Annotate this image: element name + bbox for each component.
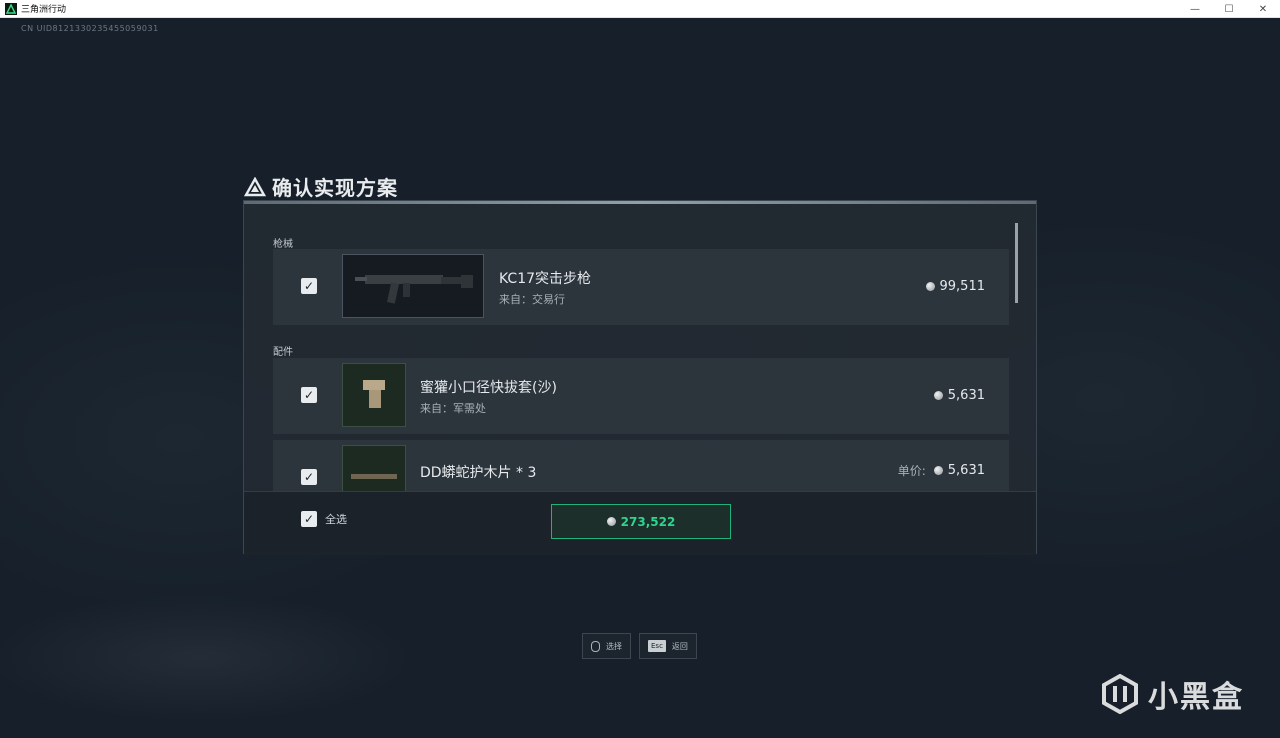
user-uid: CN UID8121330235455059031 [21, 24, 159, 33]
item-checkbox[interactable]: ✓ [301, 469, 317, 485]
item-name: KC17突击步枪 [499, 271, 592, 287]
select-all-label: 全选 [325, 513, 347, 526]
watermark-text: 小黑盒 [1148, 680, 1244, 715]
dialog-title: 确认实现方案 [244, 172, 398, 201]
item-source: 来自：交易行 [499, 293, 565, 306]
item-price-value: 5,631 [947, 388, 985, 403]
dialog-title-text: 确认实现方案 [272, 176, 398, 200]
grip-icon [363, 380, 385, 408]
confirm-total-button[interactable]: 273,522 [551, 504, 731, 539]
item-price-value: 99,511 [939, 279, 986, 294]
weapon-thumbnail [342, 254, 484, 318]
rifle-icon [355, 275, 473, 304]
item-checkbox[interactable]: ✓ [301, 387, 317, 403]
item-price-value: 5,631 [947, 463, 985, 478]
item-price: 5,631 [933, 388, 985, 403]
xiaoheihe-logo-icon [1102, 674, 1138, 714]
unit-price-label: 单价: [897, 464, 926, 478]
coin-icon [933, 391, 943, 400]
section-label-attachments: 配件 [273, 347, 293, 358]
total-price: 273,522 [620, 514, 676, 529]
item-price: 单价: 5,631 [898, 462, 985, 479]
app-icon [5, 2, 17, 15]
hint-back[interactable]: Esc 返回 [639, 633, 697, 659]
item-name: DD蟒蛇护木片 * 3 [420, 465, 537, 481]
window-title: 三角洲行动 [21, 5, 67, 15]
coin-icon [606, 517, 616, 526]
maximize-button[interactable]: ☐ [1212, 0, 1246, 18]
minimize-button[interactable]: — [1178, 0, 1212, 18]
hint-back-label: 返回 [671, 641, 688, 651]
item-name: 蜜獾小口径快拔套(沙) [420, 380, 557, 396]
esc-key: Esc [648, 640, 666, 652]
key-hints: 选择 Esc 返回 [582, 633, 697, 659]
item-checkbox[interactable]: ✓ [301, 278, 317, 294]
close-button[interactable]: ✕ [1246, 0, 1280, 18]
item-row-kc17[interactable]: ✓ KC17突击步枪 来自：交易行 99,511 [273, 249, 1009, 325]
coin-icon [933, 466, 943, 475]
hint-select-label: 选择 [606, 641, 622, 651]
check-icon: ✓ [303, 470, 315, 484]
panel-top-accent [244, 201, 1036, 204]
confirm-plan-dialog: 枪械 ✓ KC17突击步枪 来自：交易行 99,511 配件 ✓ 蜜獾小口径快拔… [243, 200, 1037, 555]
hint-select[interactable]: 选择 [582, 633, 631, 659]
attachment-thumbnail [342, 363, 406, 427]
item-price: 99,511 [925, 279, 986, 294]
window-titlebar: 三角洲行动 — ☐ ✕ [0, 0, 1280, 18]
mouse-icon [591, 640, 600, 652]
list-scrollbar[interactable] [1015, 223, 1018, 303]
watermark: 小黑盒 [1100, 672, 1244, 716]
section-label-weapons: 枪械 [273, 239, 293, 250]
check-icon: ✓ [303, 388, 315, 402]
check-icon: ✓ [303, 512, 315, 526]
item-row-handguard[interactable]: ✓ DD蟒蛇护木片 * 3 单价: 5,631 [273, 440, 1009, 491]
item-row-grip[interactable]: ✓ 蜜獾小口径快拔套(沙) 来自：军需处 5,631 [273, 358, 1009, 434]
select-all-toggle[interactable]: ✓ 全选 [301, 511, 347, 527]
item-list[interactable]: 枪械 ✓ KC17突击步枪 来自：交易行 99,511 配件 ✓ 蜜獾小口径快拔… [244, 223, 1019, 491]
handguard-icon [351, 474, 397, 479]
delta-logo-icon [244, 176, 266, 196]
coin-icon [925, 282, 935, 291]
attachment-thumbnail [342, 445, 406, 491]
select-all-checkbox[interactable]: ✓ [301, 511, 317, 527]
dialog-footer: ✓ 全选 273,522 [244, 491, 1036, 555]
item-source: 来自：军需处 [420, 402, 486, 415]
check-icon: ✓ [303, 279, 315, 293]
